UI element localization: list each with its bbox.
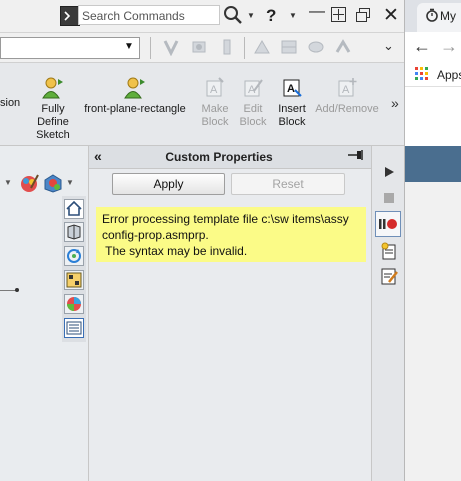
appearances-icon[interactable]: [64, 294, 84, 314]
error-line: The syntax may be invalid.: [102, 244, 248, 258]
chevron-down-icon[interactable]: ▼: [289, 11, 297, 20]
play-icon[interactable]: [382, 165, 396, 179]
svg-text:A: A: [342, 84, 350, 96]
record-pause-button[interactable]: [375, 211, 401, 237]
add-remove-button[interactable]: A Add/Remove: [314, 77, 380, 116]
minimize-button[interactable]: —: [309, 3, 325, 21]
ribbon-label: Block: [278, 116, 306, 128]
stop-icon[interactable]: [382, 191, 396, 205]
make-block-icon: A: [206, 77, 224, 97]
toolbar-divider: [244, 37, 245, 59]
collapse-panel-button[interactable]: «: [94, 148, 102, 164]
error-line: Error processing template file c:\sw ite…: [102, 212, 349, 226]
feature-icon[interactable]: [253, 38, 271, 56]
chevron-down-icon[interactable]: ▼: [124, 41, 134, 52]
insert-block-button[interactable]: A Insert Block: [273, 77, 311, 129]
feature-icon[interactable]: [162, 38, 180, 56]
page-banner: [405, 146, 461, 182]
chevron-down-icon[interactable]: ▼: [66, 178, 74, 187]
edit-block-icon: A: [244, 79, 263, 97]
stopwatch-icon: [426, 8, 438, 22]
feature-icon[interactable]: [280, 38, 298, 56]
restore-viewport-button[interactable]: [331, 7, 346, 22]
person-sketch-icon: [42, 77, 63, 99]
ribbon-label: Block: [201, 116, 229, 128]
reset-button[interactable]: Reset: [231, 173, 345, 195]
search-icon[interactable]: [223, 5, 243, 28]
person-sketch-icon: [124, 77, 145, 99]
ribbon-label: Block: [239, 116, 267, 128]
ribbon-more-button[interactable]: »: [391, 95, 399, 111]
chevron-down-icon[interactable]: ⌄: [383, 38, 394, 54]
search-placeholder: Search Commands: [82, 9, 185, 23]
feature-icon[interactable]: [334, 38, 352, 56]
ribbon-label: Sketch: [36, 129, 70, 141]
help-button[interactable]: ?: [266, 6, 276, 26]
panel-title: Custom Properties: [165, 150, 273, 164]
view-palette-icon[interactable]: [64, 270, 84, 290]
ribbon-label: Make: [201, 103, 229, 115]
feature-icon[interactable]: [218, 38, 236, 56]
ribbon-label: Fully: [41, 103, 65, 115]
apply-button[interactable]: Apply: [112, 173, 225, 195]
insert-block-icon: A: [283, 79, 302, 97]
edit-appearance-icon[interactable]: [18, 172, 40, 194]
toolbar-divider: [150, 37, 151, 59]
ribbon-cut-label: sion: [0, 97, 21, 109]
svg-text:A: A: [210, 84, 218, 96]
front-plane-rectangle-button[interactable]: front-plane-rectangle: [77, 77, 193, 116]
custom-properties-panel: [88, 146, 372, 481]
apps-grid-icon[interactable]: [415, 67, 429, 81]
edit-block-button[interactable]: A Edit Block: [236, 77, 270, 129]
back-arrow-icon[interactable]: ←: [413, 36, 431, 57]
chevron-down-icon[interactable]: ▼: [247, 11, 255, 20]
scene-icon[interactable]: [42, 172, 64, 194]
part-library-icon[interactable]: [64, 222, 84, 242]
close-button[interactable]: ✕: [383, 4, 399, 27]
feature-icon[interactable]: [190, 38, 208, 56]
make-block-button[interactable]: A Make Block: [197, 77, 233, 129]
pin-icon[interactable]: [347, 148, 365, 165]
forward-arrow-icon[interactable]: →: [440, 36, 458, 57]
apps-link[interactable]: Apps: [437, 68, 461, 82]
home-icon[interactable]: [64, 199, 84, 219]
restore-window-button[interactable]: [356, 8, 370, 25]
sketch-point: [15, 288, 19, 292]
page-content: [405, 182, 461, 481]
add-remove-icon: A: [338, 78, 357, 97]
ribbon-label: Edit: [243, 103, 263, 115]
fully-define-sketch-button[interactable]: Fully Define Sketch: [30, 77, 76, 142]
command-prompt-icon: [60, 6, 80, 26]
ribbon-label: Add/Remove: [315, 103, 379, 115]
browser-tab-label: My: [440, 9, 456, 23]
feature-icon[interactable]: [307, 38, 325, 56]
error-line: config-prop.asmprp.: [102, 228, 209, 242]
sparkle-doc-icon[interactable]: [379, 241, 399, 261]
record-pause-icon: [379, 219, 397, 229]
custom-properties-icon[interactable]: [64, 318, 84, 338]
svg-text:A: A: [287, 83, 295, 95]
error-message: Error processing template file c:\sw ite…: [96, 207, 366, 262]
ribbon-label: front-plane-rectangle: [84, 103, 186, 115]
chevron-down-icon[interactable]: ▼: [4, 178, 12, 187]
edit-doc-icon[interactable]: [379, 266, 399, 286]
configuration-combo[interactable]: [0, 37, 140, 59]
ribbon-label: Insert: [278, 103, 306, 115]
ribbon-label: Define: [37, 116, 69, 128]
refresh-icon[interactable]: [64, 246, 84, 266]
